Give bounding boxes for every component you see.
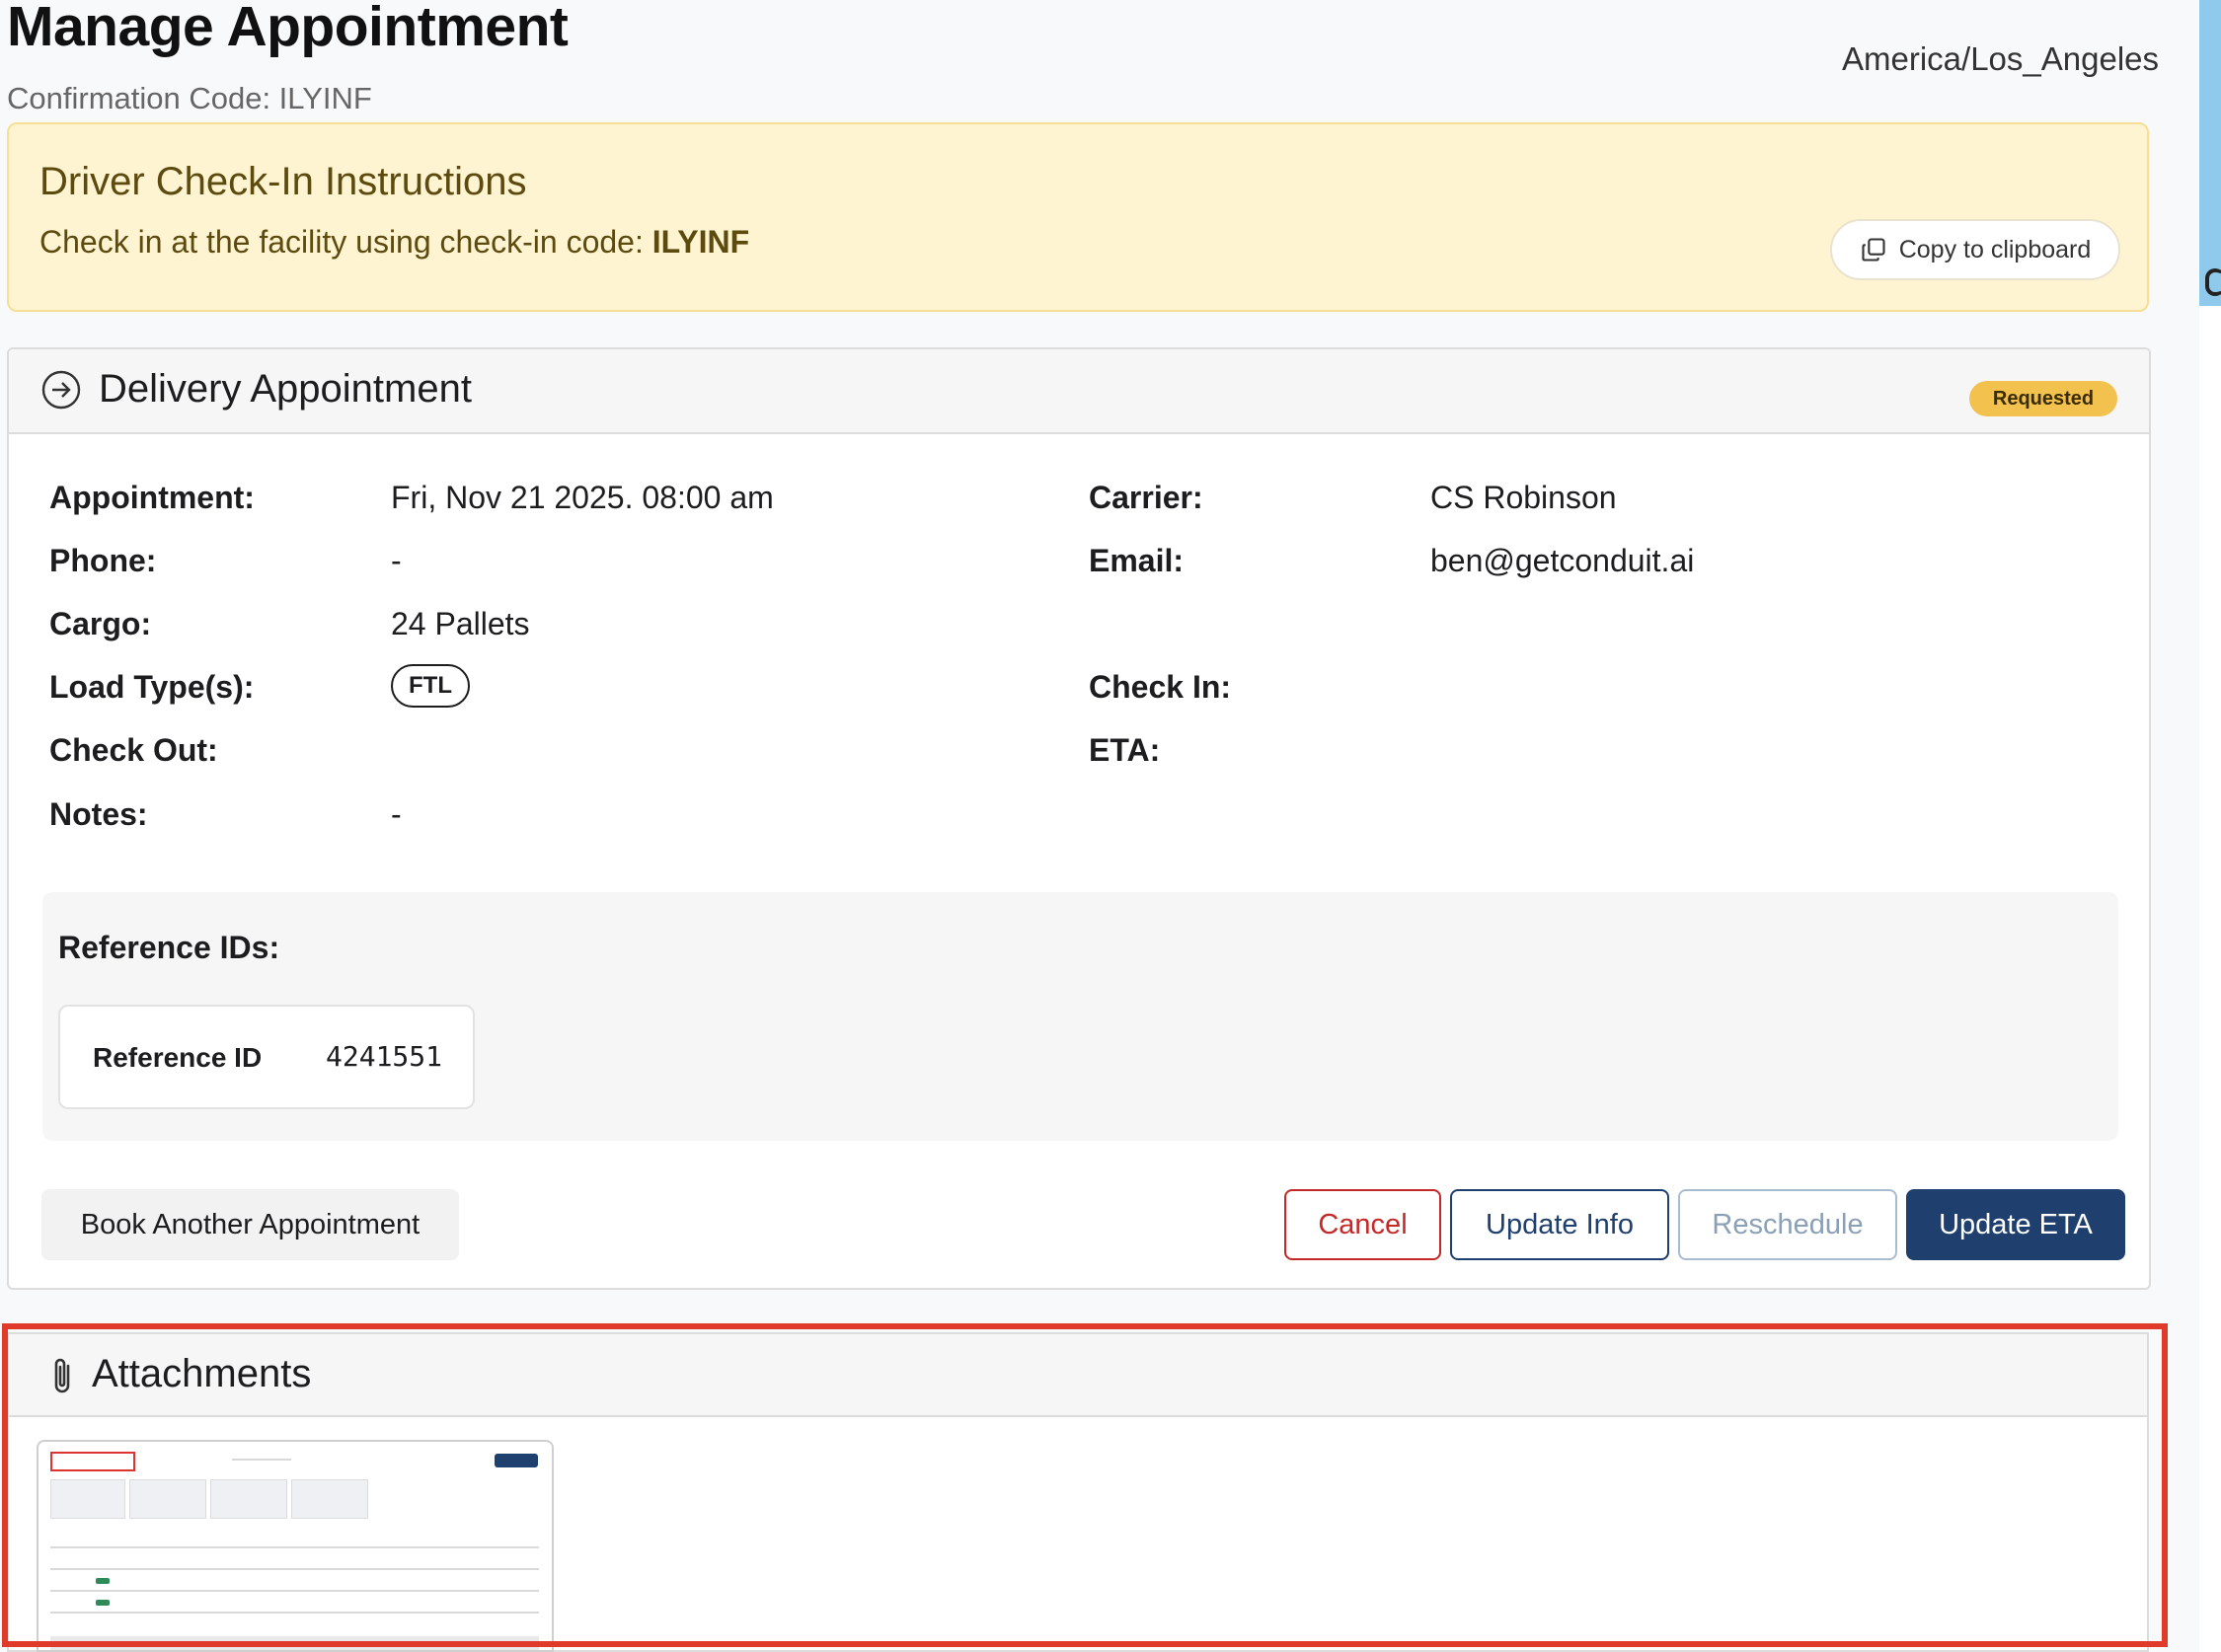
carrier-label: Carrier:: [1089, 480, 1203, 515]
thumbnail-row-line: [50, 1590, 539, 1592]
update-info-button[interactable]: Update Info: [1450, 1189, 1669, 1260]
copy-to-clipboard-button[interactable]: Copy to clipboard: [1830, 219, 2120, 280]
check-in-label: Check In:: [1089, 669, 1232, 705]
instructions-text-prefix: Check in at the facility using check-in …: [39, 224, 652, 260]
load-type-pill: FTL: [391, 664, 470, 708]
thumbnail-search: [232, 1459, 291, 1461]
reference-ids-panel: Reference IDs: Reference ID 4241551: [42, 892, 2118, 1141]
thumbnail-primary-button: [495, 1454, 538, 1467]
thumbnail-status: [96, 1578, 110, 1584]
instructions-title: Driver Check-In Instructions: [39, 160, 527, 203]
cargo-value: 24 Pallets: [391, 606, 530, 641]
reference-ids-title: Reference IDs:: [58, 930, 280, 965]
arrow-right-circle-icon: [41, 370, 81, 410]
appointment-value: Fri, Nov 21 2025. 08:00 am: [391, 480, 774, 515]
thumbnail-stat: [50, 1479, 125, 1519]
book-another-appointment-button[interactable]: Book Another Appointment: [41, 1189, 459, 1260]
phone-label: Phone:: [49, 543, 157, 578]
confirmation-code: Confirmation Code: ILYINF: [7, 81, 372, 115]
cancel-button[interactable]: Cancel: [1284, 1189, 1441, 1260]
notes-value: -: [391, 796, 402, 832]
right-edge-handle[interactable]: [2205, 268, 2221, 296]
thumbnail-stat: [210, 1479, 287, 1519]
thumbnail-footer: [50, 1636, 539, 1650]
paperclip-icon: [54, 1358, 70, 1393]
timezone-label: America/Los_Angeles: [1842, 40, 2160, 77]
reference-id-box: Reference ID 4241551: [58, 1005, 475, 1109]
thumbnail-stat: [291, 1479, 368, 1519]
page-title: Manage Appointment: [7, 0, 569, 58]
carrier-value: CS Robinson: [1430, 480, 1617, 515]
email-label: Email:: [1089, 543, 1185, 578]
attachments-title: Attachments: [92, 1352, 312, 1395]
attachments-header: Attachments: [9, 1334, 2147, 1417]
thumbnail-status: [96, 1600, 110, 1606]
reference-id-key: Reference ID: [93, 1042, 263, 1073]
thumbnail-highlight-box: [50, 1452, 135, 1471]
appointment-card-header: Delivery Appointment Requested: [9, 349, 2149, 434]
phone-value: -: [391, 543, 402, 578]
appointment-title: Delivery Appointment: [99, 367, 472, 411]
instructions-text: Check in at the facility using check-in …: [39, 224, 749, 261]
load-type-label: Load Type(s):: [49, 669, 255, 705]
thumbnail-row-line: [50, 1568, 539, 1570]
status-badge: Requested: [1969, 381, 2117, 416]
eta-label: ETA:: [1089, 732, 1161, 768]
appointment-label: Appointment:: [49, 480, 255, 515]
cargo-label: Cargo:: [49, 606, 152, 641]
notes-label: Notes:: [49, 796, 148, 832]
email-value: ben@getconduit.ai: [1430, 543, 1695, 578]
thumbnail-stat: [129, 1479, 206, 1519]
thumbnail-row-line: [50, 1546, 539, 1548]
check-out-label: Check Out:: [49, 732, 218, 768]
right-edge-panel: [2199, 0, 2221, 1652]
attachment-thumbnail[interactable]: [37, 1440, 554, 1652]
right-edge-accent: [2199, 0, 2221, 306]
copy-icon: [1862, 238, 1885, 262]
delivery-appointment-card: Delivery Appointment Requested Appointme…: [7, 347, 2151, 1290]
reference-id-value: 4241551: [326, 1040, 443, 1073]
copy-button-label: Copy to clipboard: [1898, 235, 2092, 263]
thumbnail-row-line: [50, 1612, 539, 1614]
reschedule-button[interactable]: Reschedule: [1678, 1189, 1897, 1260]
driver-instructions-panel: Driver Check-In Instructions Check in at…: [7, 122, 2149, 312]
check-in-code: ILYINF: [651, 224, 750, 260]
update-eta-button[interactable]: Update ETA: [1906, 1189, 2125, 1260]
